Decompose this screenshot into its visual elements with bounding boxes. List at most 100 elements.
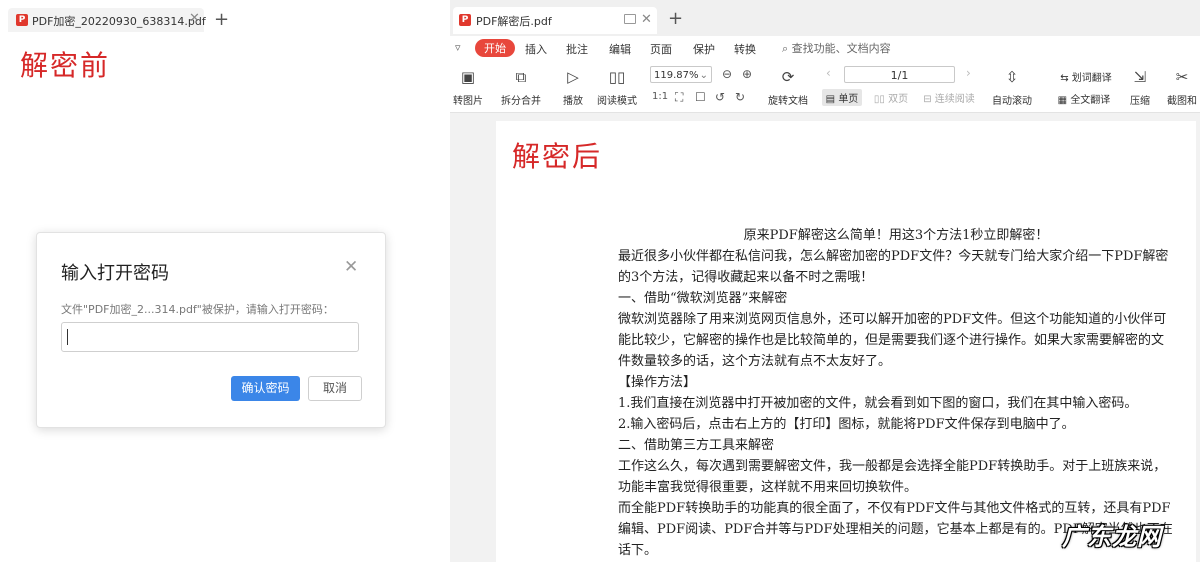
zoom-value: 119.87% [654,70,699,81]
rotate-document-button[interactable]: ⟳ 旋转文档 [766,68,810,107]
paragraph: 最近很多小伙伴都在私信问我，怎么解密加密的PDF文件？今天就专门给大家介绍一下P… [618,249,1169,285]
document-title: 原来PDF解密这么简单！用这3个方法1秒立即解密！ [743,228,1049,243]
menu-insert[interactable]: 插入 [525,41,547,57]
menu-edit[interactable]: 编辑 [609,41,631,57]
menu-convert[interactable]: 转换 [734,41,756,57]
page-number: 1/1 [890,69,909,82]
rotate-document-label: 旋转文档 [768,96,808,107]
actual-size-icon[interactable]: 1:1 [652,91,668,102]
split-merge-icon: ⧉ [515,68,527,86]
image-icon: ▣ [460,68,476,86]
close-icon[interactable]: ✕ [344,257,358,277]
step-item: 1.我们直接在浏览器中打开被加密的文件，就会看到如下图的窗口，我们在其中输入密码… [618,396,1138,411]
menu-collapse-icon[interactable]: ▿ [455,41,461,54]
auto-scroll-icon: ⇳ [1005,68,1019,86]
word-translate-label: 划词翻译 [1071,73,1112,84]
tab-locked-pdf[interactable]: P PDF加密_20220930_638314.pdf ✕ [8,8,206,32]
search-field[interactable]: ⌕ 查找功能、文档内容 [782,40,891,56]
word-translate-button[interactable]: ⇆ 划词翻译 [1052,69,1120,84]
play-label: 播放 [563,96,583,107]
paragraph: 工作这么久，每次遇到需要解密文件，我一般都是会选择全能PDF转换助手。对于上班族… [618,459,1167,495]
pdf-file-icon: P [459,14,471,26]
document-viewer[interactable]: 解密后 原来PDF解密这么简单！用这3个方法1秒立即解密！ 最近很多小伙伴都在私… [450,113,1200,562]
cancel-button[interactable]: 取消 [308,376,362,401]
before-heading: 解密前 [20,49,111,82]
to-image-button[interactable]: ▣ 转图片 [450,68,486,107]
compress-label: 压缩 [1130,96,1150,107]
next-page-icon[interactable]: › [966,66,971,80]
double-page-label: 双页 [888,94,909,105]
menu-start[interactable]: 开始 [475,39,515,57]
auto-scroll-label: 自动滚动 [992,96,1032,107]
single-page-label: 单页 [838,94,859,105]
compress-icon: ⇲ [1133,68,1147,86]
read-mode-label: 阅读模式 [597,96,637,107]
screenshot-button[interactable]: ✂ 截图和 [1164,68,1200,107]
double-page-button[interactable]: ▯▯ 双页 [868,90,914,105]
fit-width-icon[interactable]: ☐ [695,90,706,104]
continuous-read-label: 连续阅读 [934,94,975,105]
new-tab-icon[interactable]: + [214,9,229,30]
step-item: 2.输入密码后，点击右上方的【打印】图标，就能将PDF文件保存到电脑中了。 [618,417,1075,432]
after-heading: 解密后 [512,140,603,173]
rotate-left-icon[interactable]: ↺ [715,90,725,104]
zoom-out-icon[interactable]: ⊖ [722,67,732,81]
auto-scroll-button[interactable]: ⇳ 自动滚动 [988,68,1036,107]
prev-page-icon[interactable]: ‹ [826,66,831,80]
play-button[interactable]: ▷ 播放 [559,68,587,107]
translate-icon: ⇆ [1060,73,1069,84]
rotate-right-icon[interactable]: ↻ [735,90,745,104]
tab-decrypted-pdf[interactable]: P PDF解密后.pdf ✕ [453,7,657,34]
menu-annotate[interactable]: 批注 [566,41,588,57]
password-dialog: 输入打开密码 ✕ 文件"PDF加密_2...314.pdf"被保护，请输入打开密… [36,232,386,428]
single-page-icon: ▤ [825,94,836,105]
play-icon: ▷ [567,68,579,86]
search-placeholder: 查找功能、文档内容 [791,42,891,55]
confirm-password-button[interactable]: 确认密码 [231,376,300,401]
fit-page-icon[interactable]: ⛶ [675,90,683,105]
search-icon: ⌕ [782,42,789,55]
tab-bar: P PDF加密_20220930_638314.pdf ✕ + [0,0,440,40]
dialog-message: 文件"PDF加密_2...314.pdf"被保护，请输入打开密码： [61,303,334,316]
single-page-button[interactable]: ▤ 单页 [822,89,862,106]
compress-button[interactable]: ⇲ 压缩 [1126,68,1154,107]
text-caret [67,329,68,345]
chevron-down-icon: ⌄ [699,70,708,81]
section-subheading: 【操作方法】 [618,375,697,390]
close-icon[interactable]: ✕ [641,12,652,27]
menu-page[interactable]: 页面 [650,41,672,57]
full-translate-button[interactable]: ▦ 全文翻译 [1052,91,1116,106]
locked-pdf-window: P PDF加密_20220930_638314.pdf ✕ + 解密前 输入打开… [0,0,440,562]
zoom-select[interactable]: 119.87% ⌄ [650,66,712,83]
pdf-page: 解密后 原来PDF解密这么简单！用这3个方法1秒立即解密！ 最近很多小伙伴都在私… [496,121,1196,562]
password-input[interactable] [61,322,359,352]
continuous-read-icon: ⊟ [923,94,932,105]
window-icon[interactable] [624,14,636,24]
toolbar: ▣ 转图片 ⧉ 拆分合并 ▷ 播放 ▯▯ 阅读模式 119.87% ⌄ ⊖ ⊕ … [450,60,1200,113]
decrypted-pdf-window: P PDF解密后.pdf ✕ + ▿ 开始 插入 批注 编辑 页面 保护 转换 … [450,0,1200,562]
section-heading: 二、借助第三方工具来解密 [618,438,775,453]
new-tab-icon[interactable]: + [668,8,683,29]
menu-bar: ▿ 开始 插入 批注 编辑 页面 保护 转换 ⌕ 查找功能、文档内容 [450,36,1200,60]
full-translate-icon: ▦ [1057,95,1068,106]
rotate-document-icon: ⟳ [781,68,795,86]
read-mode-button[interactable]: ▯▯ 阅读模式 [595,68,639,107]
to-image-label: 转图片 [453,96,483,107]
pdf-body: 原来PDF解密这么简单！用这3个方法1秒立即解密！ 最近很多小伙伴都在私信问我，… [618,225,1174,561]
page-number-field[interactable]: 1/1 [844,66,955,83]
full-translate-label: 全文翻译 [1070,95,1111,106]
tab-filename: PDF解密后.pdf [476,15,552,28]
paragraph: 微软浏览器除了用来浏览网页信息外，还可以解开加密的PDF文件。但这个功能知道的小… [618,312,1167,369]
dialog-title: 输入打开密码 [61,263,169,284]
double-page-icon: ▯▯ [873,94,885,105]
tab-filename: PDF加密_20220930_638314.pdf [32,15,206,28]
section-heading: 一、借助“微软浏览器”来解密 [618,291,788,306]
close-icon[interactable]: ✕ [189,11,200,26]
pdf-file-icon: P [16,14,28,26]
screenshot-label: 截图和 [1167,96,1197,107]
zoom-in-icon[interactable]: ⊕ [742,67,752,81]
scissors-icon: ✂ [1175,68,1189,86]
continuous-read-button[interactable]: ⊟ 连续阅读 [920,90,978,105]
menu-protect[interactable]: 保护 [693,41,715,57]
split-merge-button[interactable]: ⧉ 拆分合并 [495,68,547,107]
